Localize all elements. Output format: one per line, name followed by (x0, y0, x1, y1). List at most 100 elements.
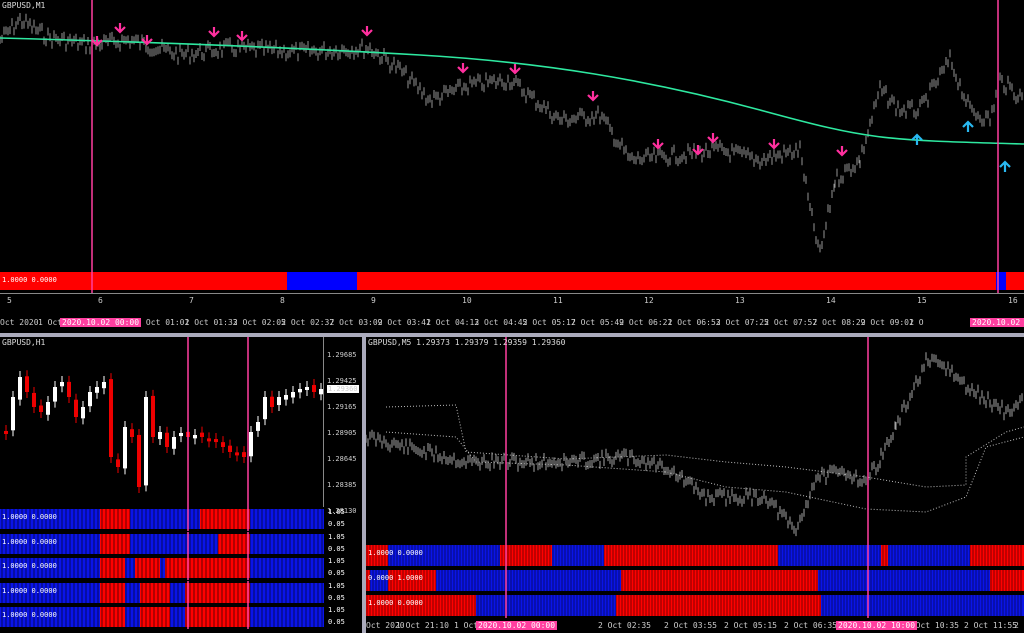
candle-body (172, 437, 176, 449)
ichimoku-cloud-lower (385, 431, 1024, 513)
right-time-label: 2 Oct 11:55 (964, 621, 1017, 630)
right-chart-title: GBPUSD,M5 1.29373 1.29379 1.29359 1.2936… (368, 338, 566, 347)
candle-body (109, 379, 113, 457)
left-indicator-scale-max: 1.05 (328, 606, 345, 614)
top-time-label: 2 Oct 07:25 (715, 318, 769, 327)
indicator-red-segment (100, 607, 125, 627)
left-price-chart[interactable] (0, 337, 324, 507)
candle-body (221, 442, 225, 447)
top-time-label: 2 Oct 09:01 (860, 318, 914, 327)
candle-body (298, 389, 302, 393)
top-index-label: 6 (98, 296, 103, 305)
candle-body (242, 452, 246, 457)
top-index-label: 7 (189, 296, 194, 305)
left-price-label: 1.29685 (327, 351, 357, 359)
top-indicator-strip[interactable] (0, 268, 1024, 293)
right-time-label: 2 Oct 05:15 (724, 621, 777, 630)
right-indicator-label: 0.0000 1.0000 (368, 574, 423, 582)
down-arrow-icon (361, 26, 373, 37)
left-price-label: 1.28905 (327, 429, 357, 437)
candle-body (74, 399, 78, 417)
candle-body (277, 397, 281, 406)
indicator-red-segment (185, 607, 250, 627)
indicator-red-segment (140, 582, 170, 603)
up-arrow-icon (911, 133, 923, 145)
right-time-label: 2 Oct 03:55 (664, 621, 717, 630)
right-indicator-label: 1.0000 0.0000 (368, 549, 423, 557)
left-price-label: 1.28385 (327, 481, 357, 489)
down-arrow-icon (236, 31, 248, 42)
left-chart-title: GBPUSD,H1 (2, 338, 46, 347)
top-indicator-label: 1.0000 0.0000 (2, 276, 57, 284)
left-indicator-scale-max: 1.05 (328, 557, 345, 565)
down-arrow-icon (692, 145, 704, 156)
top-time-axis: 2 O2 Oct 09:01 2 Oct 08:29 2 Oct 07:57 2 Oc… (0, 316, 1024, 330)
up-arrow-icon (962, 120, 974, 132)
top-time-label: 2 Oct 01:01 (136, 318, 190, 327)
right-indicator-strip[interactable] (366, 593, 1024, 618)
top-indicator-blue-segment (287, 272, 357, 290)
right-indicator-strip[interactable] (366, 543, 1024, 568)
candle-body (18, 377, 22, 400)
top-index-label: 8 (280, 296, 285, 305)
candle-body (207, 438, 211, 442)
top-index-label: 15 (917, 296, 927, 305)
candle-body (116, 459, 120, 467)
candle-body (32, 392, 36, 407)
candle-body (11, 397, 15, 431)
left-price-label: 1.29425 (327, 377, 357, 385)
candle-body (158, 432, 162, 440)
left-indicator-label: 1.0000 0.0000 (2, 513, 57, 521)
top-chart-panel[interactable]: GBPUSD,M1 1.0000 0.0000 (0, 0, 1024, 293)
top-time-label: 2 Oct 04:13 (426, 318, 480, 327)
right-time-label: 2 Oct 02:35 (598, 621, 651, 630)
right-time-label: Oct 2020 (366, 621, 405, 630)
candle-body (67, 381, 71, 397)
top-time-label: 2 Oct 02:05 (232, 318, 286, 327)
indicator-red-segment (140, 607, 170, 627)
top-time-label: 2 Oct 06:21 (619, 318, 673, 327)
up-arrow-icon (999, 160, 1011, 172)
right-highlight-right: 2020.10.02 10:00 (836, 621, 918, 630)
down-arrow-icon (91, 36, 103, 47)
candle-body (305, 387, 309, 390)
left-chart-panel[interactable]: GBPUSD,H1 1.29360 1.29685 1.29425 1.29165 1… (0, 337, 362, 633)
left-indicator-scale-min: 0.05 (328, 618, 345, 626)
indicator-red-segment (990, 570, 1024, 591)
left-price-label: 1.29165 (327, 403, 357, 411)
top-index-label: 10 (462, 296, 472, 305)
left-indicator-label: 1.0000 0.0000 (2, 611, 57, 619)
candle-body (263, 397, 267, 420)
candle-body (53, 387, 57, 402)
top-time-label: 2 Oct 08:29 (812, 318, 866, 327)
indicator-red-segment (100, 533, 130, 554)
top-price-chart[interactable] (0, 0, 1024, 268)
candle-body (144, 397, 148, 486)
candle-body (165, 432, 169, 447)
candle-body (39, 405, 43, 412)
right-indicator-strip[interactable] (366, 568, 1024, 593)
left-price-axis: 1.29360 1.29685 1.29425 1.29165 1.28905 1.28… (323, 337, 362, 515)
down-arrow-icon (707, 133, 719, 144)
down-arrow-icon (836, 146, 848, 157)
right-price-chart[interactable] (366, 337, 1024, 543)
down-arrow-icon (652, 139, 664, 150)
top-time-label: 2 Oct 05:49 (571, 318, 624, 327)
candle-body (123, 427, 127, 469)
top-time-label: 2 Oct 02:37 (281, 318, 335, 327)
candle-body (179, 433, 183, 437)
candle-body (130, 429, 134, 437)
right-highlight-left: 2020.10.02 00:00 (476, 621, 558, 630)
top-price-bars (0, 13, 1023, 253)
right-indicator-label: 1.0000 0.0000 (368, 599, 423, 607)
candle-body (312, 385, 316, 392)
top-time-label: 2 Oct 04:45 (474, 318, 528, 327)
candle-body (81, 407, 85, 419)
right-chart-panel[interactable]: GBPUSD,M5 1.29373 1.29379 1.29359 1.2936… (366, 337, 1024, 633)
left-indicator-scale-min: 0.05 (328, 569, 345, 577)
top-index-label: 9 (371, 296, 376, 305)
candle-body (291, 392, 295, 398)
left-indicator-scale-min: 0.05 (328, 544, 345, 553)
candle-body (137, 434, 141, 487)
candle-body (102, 382, 106, 389)
